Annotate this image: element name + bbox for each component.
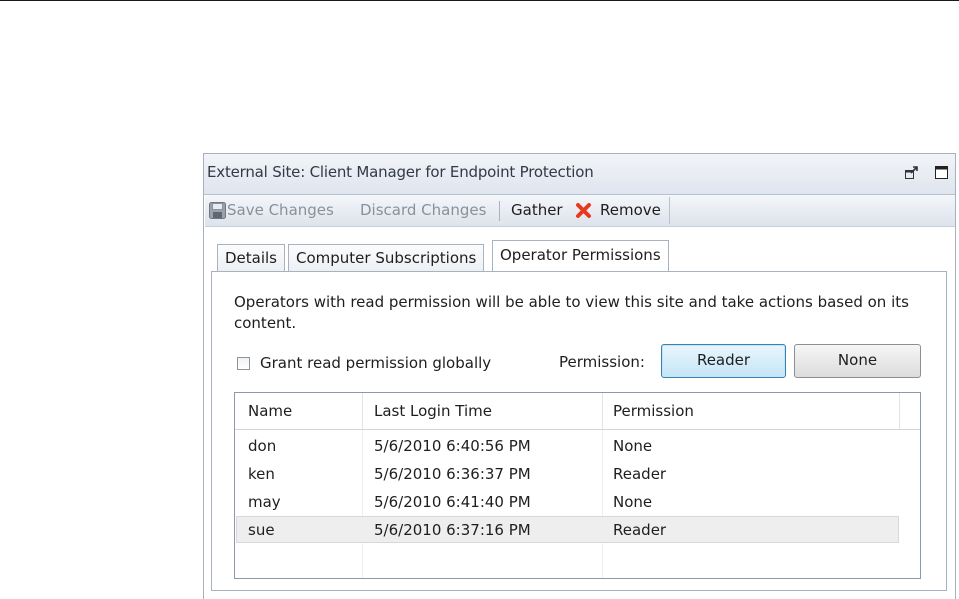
operator-table: Name Last Login Time Permission don 5/6/… (234, 392, 921, 579)
column-header-last-login[interactable]: Last Login Time (374, 393, 492, 429)
cell-last-login: 5/6/2010 6:36:37 PM (374, 465, 531, 483)
table-row[interactable]: don 5/6/2010 6:40:56 PM None (236, 433, 899, 460)
top-rule (0, 0, 959, 1)
tab-operator-permissions[interactable]: Operator Permissions (492, 240, 669, 271)
cell-permission: None (613, 493, 653, 511)
reader-button[interactable]: Reader (661, 344, 786, 378)
table-row-selected[interactable]: sue 5/6/2010 6:37:16 PM Reader (236, 516, 899, 543)
discard-changes-button[interactable]: Discard Changes (360, 195, 486, 226)
table-header: Name Last Login Time Permission (235, 393, 920, 430)
cell-permission: None (613, 437, 653, 455)
grant-global-checkbox[interactable] (237, 357, 250, 370)
permission-description: Operators with read permission will be a… (234, 293, 909, 332)
cell-last-login: 5/6/2010 6:37:16 PM (374, 521, 531, 539)
cell-permission: Reader (613, 521, 667, 539)
column-divider (362, 393, 363, 429)
cell-last-login: 5/6/2010 6:40:56 PM (374, 437, 531, 455)
undock-icon[interactable] (905, 166, 918, 179)
window-title: External Site: Client Manager for Endpoi… (207, 163, 594, 181)
tab-details[interactable]: Details (217, 244, 286, 271)
permission-label: Permission: (559, 353, 645, 371)
cell-name: ken (248, 465, 275, 483)
column-header-permission[interactable]: Permission (613, 393, 694, 429)
toolbar: Save Changes Discard Changes Gather Remo… (205, 195, 955, 227)
floppy-disk-icon (209, 202, 226, 219)
none-button[interactable]: None (794, 344, 921, 378)
cell-name: may (248, 493, 281, 511)
gather-button[interactable]: Gather (511, 195, 563, 226)
cell-permission: Reader (613, 465, 667, 483)
save-changes-button[interactable]: Save Changes (227, 195, 334, 226)
toolbar-separator (499, 201, 500, 221)
tab-computer-subscriptions[interactable]: Computer Subscriptions (288, 244, 485, 271)
remove-button[interactable]: Remove (600, 195, 661, 226)
cell-name: sue (248, 521, 275, 539)
cell-name: don (248, 437, 277, 455)
grant-global-label[interactable]: Grant read permission globally (260, 354, 491, 372)
column-divider (602, 393, 603, 429)
toolbar-end (669, 197, 670, 224)
maximize-icon[interactable] (935, 166, 948, 179)
cell-last-login: 5/6/2010 6:41:40 PM (374, 493, 531, 511)
column-header-name[interactable]: Name (248, 393, 292, 429)
red-x-icon (576, 203, 591, 218)
title-bar: External Site: Client Manager for Endpoi… (204, 154, 955, 195)
table-row[interactable]: ken 5/6/2010 6:36:37 PM Reader (236, 461, 899, 488)
table-row[interactable]: may 5/6/2010 6:41:40 PM None (236, 489, 899, 516)
column-divider (899, 393, 900, 429)
site-panel: External Site: Client Manager for Endpoi… (203, 153, 956, 599)
